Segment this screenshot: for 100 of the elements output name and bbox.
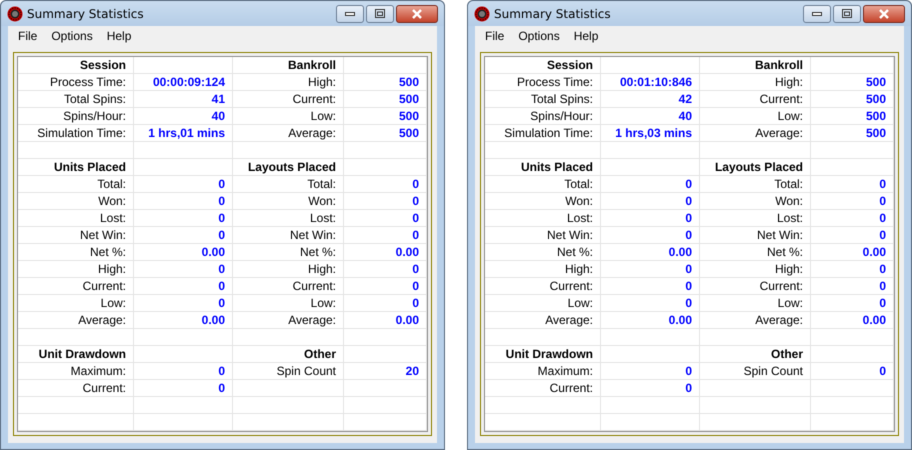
stat-label: Spin Count [700,363,811,380]
stat-value: 0 [601,363,700,380]
stat-label: Low: [700,108,811,125]
stat-value: 0 [344,176,427,193]
stat-value: 0.00 [811,312,894,329]
stat-label: Current: [18,278,134,295]
section-heading: Units Placed [485,159,601,176]
stat-label: Low: [485,295,601,312]
stat-label: Net %: [485,244,601,261]
section-heading: Other [700,346,811,363]
roulette-wheel-icon [7,6,23,22]
stat-value: 0 [811,176,894,193]
stat-value: 500 [344,74,427,91]
stat-label: Current: [233,91,344,108]
stat-label: Lost: [700,210,811,227]
minimize-icon [345,10,355,16]
stat-label: Current: [233,278,344,295]
stat-value: 0 [811,261,894,278]
stat-value: 0 [601,278,700,295]
stat-label: Current: [700,91,811,108]
stat-label: High: [233,74,344,91]
stat-value: 0 [134,363,233,380]
stat-value: 0 [134,295,233,312]
minimize-button[interactable] [336,4,364,22]
stat-value: 0 [344,278,427,295]
stat-label: Current: [700,278,811,295]
stat-value: 0 [344,295,427,312]
menu-item[interactable]: Help [100,28,138,42]
stat-label: Won: [233,193,344,210]
stat-value: 0.00 [134,244,233,261]
stat-label: Won: [18,193,134,210]
minimize-icon [812,10,822,16]
stat-label: Net Win: [485,227,601,244]
stat-label: Simulation Time: [485,125,601,142]
stat-value: 0.00 [811,244,894,261]
maximize-button[interactable] [833,4,861,22]
section-heading: Unit Drawdown [485,346,601,363]
section-heading: Session [18,57,134,74]
stat-value: 0 [601,176,700,193]
menu-item[interactable]: Options [511,28,567,42]
menu-item[interactable]: File [478,28,512,42]
stat-value: 1 hrs,01 mins [134,125,233,142]
stat-value: 0 [134,176,233,193]
stat-label: High: [485,261,601,278]
maximize-button[interactable] [366,4,394,22]
section-heading: Layouts Placed [233,159,344,176]
stat-value: 00:01:10:846 [601,74,700,91]
menu-item[interactable]: File [11,28,44,42]
stat-label: Net Win: [233,227,344,244]
roulette-wheel-icon [474,6,490,22]
stat-label: Net %: [18,244,134,261]
stat-value: 0.00 [601,244,700,261]
stat-label: Net Win: [18,227,134,244]
stat-value: 40 [134,108,233,125]
stat-label: Average: [233,125,344,142]
stat-label: High: [700,74,811,91]
close-icon [878,8,890,18]
stat-value: 42 [601,91,700,108]
stat-value: 0 [344,261,427,278]
stat-label: Total: [18,176,134,193]
stat-label: Lost: [18,210,134,227]
stat-label: Net %: [233,244,344,261]
stat-value: 0 [344,193,427,210]
stat-value: 500 [344,108,427,125]
stat-label: Current: [485,380,601,397]
stat-value: 0 [601,261,700,278]
stat-label: Total Spins: [18,91,134,108]
minimize-button[interactable] [803,4,831,22]
stat-value: 0 [134,210,233,227]
stat-label: Average: [18,312,134,329]
close-icon [411,8,423,18]
stat-value: 0 [811,227,894,244]
stat-label: Lost: [233,210,344,227]
menu-item[interactable]: Help [566,28,606,42]
stat-value: 0 [811,278,894,295]
close-button[interactable] [863,4,905,22]
stat-value: 1 hrs,03 mins [601,125,700,142]
stat-value: 0 [601,193,700,210]
maximize-icon [375,9,385,18]
stat-label: High: [18,261,134,278]
stat-label: High: [700,261,811,278]
section-heading: Other [233,346,344,363]
stat-value: 0 [134,227,233,244]
close-button[interactable] [396,4,438,22]
section-heading: Units Placed [18,159,134,176]
section-heading: Unit Drawdown [18,346,134,363]
stat-label: Average: [700,312,811,329]
stat-label: Lost: [485,210,601,227]
stat-value: 0 [344,227,427,244]
stat-label: Simulation Time: [18,125,134,142]
stat-value: 0 [344,210,427,227]
stat-value: 0 [601,380,700,397]
section-heading: Bankroll [233,57,344,74]
stat-value: 0.00 [134,312,233,329]
stat-value: 0 [811,295,894,312]
menu-item[interactable]: Options [44,28,100,42]
stat-value: 00:00:09:124 [134,74,233,91]
maximize-icon [842,9,852,18]
stat-value: 0 [811,363,894,380]
stat-label: High: [233,261,344,278]
